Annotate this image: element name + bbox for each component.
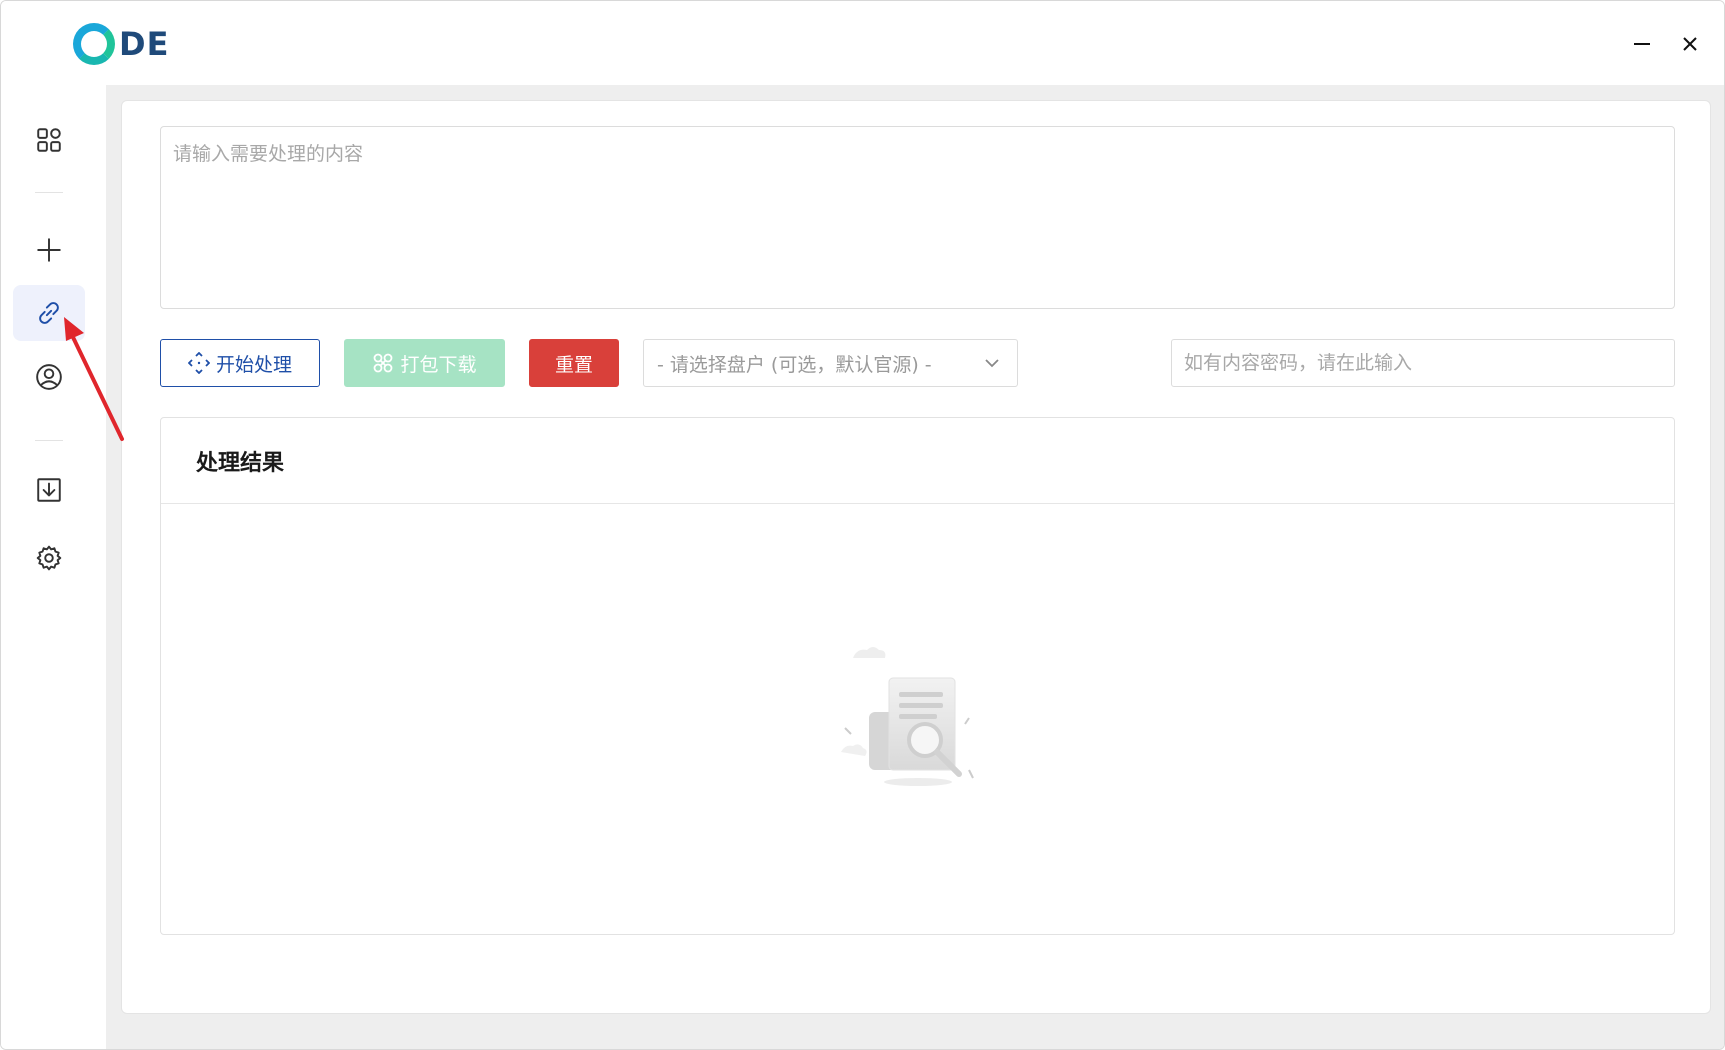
title-bar: DE — [1, 1, 1724, 85]
sidebar-item-add[interactable] — [13, 222, 85, 278]
password-input[interactable] — [1171, 339, 1675, 387]
start-process-label: 开始处理 — [215, 353, 292, 376]
pack-download-button[interactable]: 打包下载 — [344, 339, 505, 387]
pack-download-label: 打包下载 — [400, 353, 477, 376]
sidebar-item-dashboard[interactable] — [13, 112, 85, 168]
sidebar-divider — [35, 192, 63, 193]
chevron-down-icon — [985, 359, 999, 368]
sidebar-item-downloads[interactable] — [13, 462, 85, 518]
minimize-icon — [1634, 43, 1650, 45]
reset-button[interactable]: 重置 — [529, 339, 619, 387]
close-button[interactable] — [1673, 27, 1707, 61]
empty-result-illustration — [841, 647, 974, 786]
gear-icon — [36, 545, 62, 571]
logo-ring-icon — [73, 23, 115, 65]
disk-select-value: - 请选择盘户 (可选，默认官源) - — [657, 353, 932, 376]
app-window: DE 开始处理 打包下载 — [0, 0, 1725, 1050]
start-process-button[interactable]: 开始处理 — [160, 339, 320, 387]
result-title: 处理结果 — [161, 418, 1674, 504]
annotation-arrow-icon — [64, 317, 124, 441]
minimize-button[interactable] — [1625, 27, 1659, 61]
close-icon — [1683, 37, 1697, 51]
disk-select[interactable]: - 请选择盘户 (可选，默认官源) - — [643, 339, 1018, 387]
app-logo: DE — [73, 23, 169, 65]
download-box-icon — [37, 478, 61, 502]
process-icon — [187, 352, 210, 374]
plus-icon — [37, 238, 61, 262]
package-icon — [374, 353, 393, 373]
main-card: 开始处理 打包下载 重置 - 请选择盘户 (可选，默认官源) - 处理结果 — [121, 100, 1711, 1014]
grid-icon — [37, 128, 61, 152]
logo-text: DE — [119, 25, 170, 63]
content-input[interactable] — [160, 126, 1675, 309]
reset-label: 重置 — [554, 353, 593, 376]
sidebar — [1, 85, 106, 1049]
result-panel: 处理结果 — [160, 417, 1675, 935]
sidebar-item-settings[interactable] — [13, 530, 85, 586]
